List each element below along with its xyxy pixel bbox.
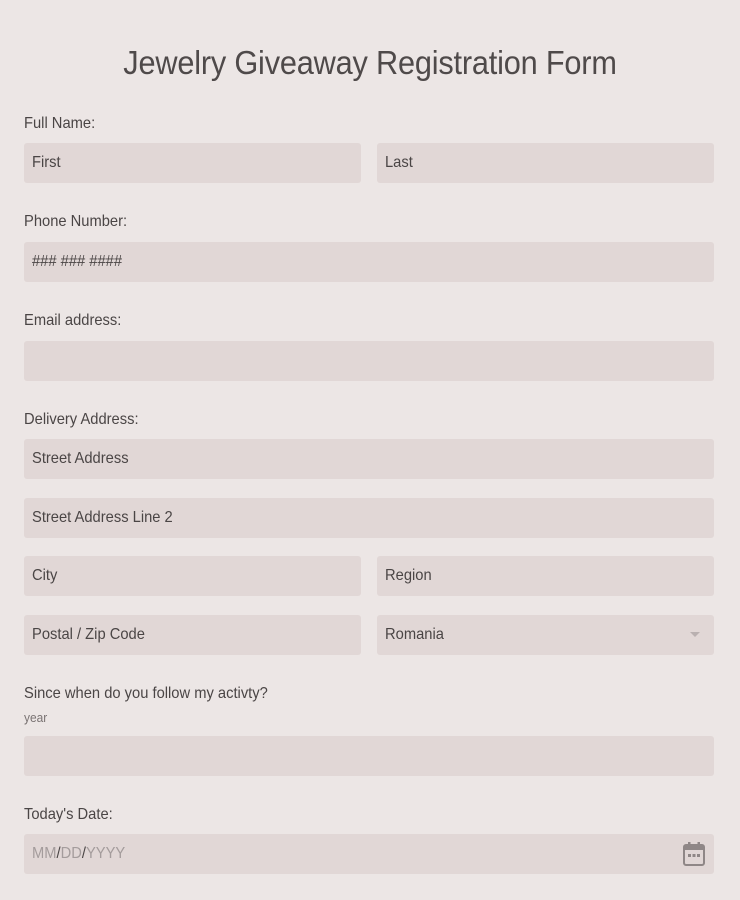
date-placeholder: MM/DD/YYYY [32,845,125,863]
postal-code-input[interactable]: Postal / Zip Code [24,615,361,655]
phone-input[interactable]: ### ### #### [24,242,714,282]
country-selected-value: Romania [385,626,444,643]
todays-date-label: Today's Date: [24,806,113,823]
first-name-placeholder: First [32,154,61,171]
first-name-input[interactable]: First [24,143,361,183]
phone-placeholder: ### ### #### [32,253,123,270]
follow-since-label: Since when do you follow my activty? [24,685,268,702]
region-input[interactable]: Region [377,556,714,596]
email-input[interactable] [24,341,714,381]
chevron-down-icon [690,632,700,637]
city-input[interactable]: City [24,556,361,596]
registration-form: Jewelry Giveaway Registration Form Full … [0,0,740,900]
calendar-icon[interactable] [682,841,706,867]
last-name-placeholder: Last [385,154,413,171]
follow-since-input[interactable] [24,736,714,776]
date-day-placeholder: DD [60,845,82,862]
phone-label: Phone Number: [24,213,128,230]
street-address-placeholder: Street Address [32,450,129,467]
email-label: Email address: [24,312,122,329]
street-address-line2-input[interactable]: Street Address Line 2 [24,498,714,538]
street-address-line2-placeholder: Street Address Line 2 [32,509,173,526]
city-placeholder: City [32,567,58,584]
country-select[interactable]: Romania [377,615,714,655]
date-input[interactable]: MM/DD/YYYY [24,834,714,874]
full-name-label: Full Name: [24,115,96,132]
postal-code-placeholder: Postal / Zip Code [32,626,145,643]
date-year-placeholder: YYYY [85,845,126,862]
street-address-input[interactable]: Street Address [24,439,714,479]
form-title: Jewelry Giveaway Registration Form [123,44,617,81]
last-name-input[interactable]: Last [377,143,714,183]
follow-since-sublabel: year [24,710,48,725]
region-placeholder: Region [385,567,432,584]
date-month-placeholder: MM [32,845,57,862]
delivery-address-label: Delivery Address: [24,411,139,428]
